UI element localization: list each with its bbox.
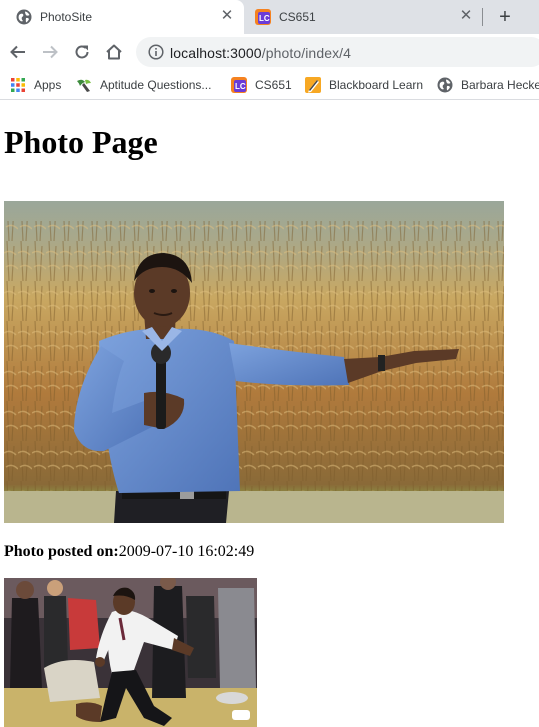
- globe-icon: [437, 77, 453, 93]
- info-icon[interactable]: [148, 44, 164, 60]
- back-button[interactable]: [7, 41, 29, 63]
- svg-text:LC: LC: [235, 82, 246, 91]
- bookmark-label: Apps: [34, 78, 62, 92]
- bookmarks-bar: Apps Aptitude Questions... LC CS651 Blac…: [0, 70, 539, 100]
- new-tab-button[interactable]: +: [494, 6, 516, 28]
- bookmark-barbara-hecker[interactable]: Barbara Hecker: [437, 76, 539, 94]
- lc-icon: LC: [255, 9, 271, 25]
- bookmark-blackboard[interactable]: Blackboard Learn: [305, 76, 423, 94]
- posted-date: 2009-07-10 16:02:49: [118, 543, 255, 560]
- forward-button[interactable]: [39, 41, 61, 63]
- arrow-left-icon: [10, 45, 25, 59]
- tab-strip: PhotoSite ✕ LC CS651 ✕ +: [0, 0, 539, 34]
- bookmark-aptitude[interactable]: Aptitude Questions...: [76, 76, 211, 94]
- bookmark-label: Blackboard Learn: [329, 78, 424, 92]
- home-button[interactable]: [103, 41, 125, 63]
- bookmark-label: Barbara Hecker: [461, 78, 539, 92]
- posted-info: Photo posted on:2009-07-10 16:02:49: [4, 543, 254, 561]
- bookmark-label: Aptitude Questions...: [100, 78, 212, 92]
- tab-title: CS651: [279, 10, 316, 24]
- posted-label: Photo posted on:: [4, 543, 119, 560]
- bookmark-cs651[interactable]: LC CS651: [231, 76, 292, 94]
- close-icon[interactable]: ✕: [219, 8, 235, 24]
- tab-photosite[interactable]: PhotoSite ✕: [0, 0, 244, 34]
- page-title: Photo Page: [4, 124, 158, 160]
- bookmark-label: CS651: [255, 78, 292, 92]
- url-text[interactable]: localhost:3000/photo/index/4: [170, 45, 351, 61]
- aptitude-icon: [77, 79, 91, 92]
- address-bar[interactable]: localhost:3000/photo/index/4: [136, 37, 539, 67]
- blackboard-icon: [305, 77, 321, 93]
- close-icon[interactable]: ✕: [458, 8, 474, 24]
- tab-title: PhotoSite: [40, 10, 93, 24]
- browser-toolbar: localhost:3000/photo/index/4: [0, 34, 539, 70]
- reload-icon: [75, 45, 89, 59]
- page-content: Photo Page Photo posted on:2009-07-10 16…: [0, 101, 539, 727]
- svg-text:LC: LC: [259, 14, 270, 23]
- tab-cs651[interactable]: LC CS651 ✕: [244, 0, 484, 34]
- arrow-right-icon: [43, 45, 58, 59]
- main-photo: [4, 201, 504, 523]
- lc-icon: LC: [231, 77, 247, 93]
- bookmark-apps[interactable]: Apps: [10, 76, 61, 94]
- globe-icon: [16, 9, 32, 25]
- second-photo: [4, 578, 257, 727]
- url-path: /photo/index/4: [261, 45, 352, 61]
- reload-button[interactable]: [71, 41, 93, 63]
- tab-divider: [482, 8, 483, 26]
- apps-grid-icon: [11, 78, 25, 92]
- url-host: localhost:3000: [170, 45, 262, 61]
- home-icon: [106, 44, 122, 60]
